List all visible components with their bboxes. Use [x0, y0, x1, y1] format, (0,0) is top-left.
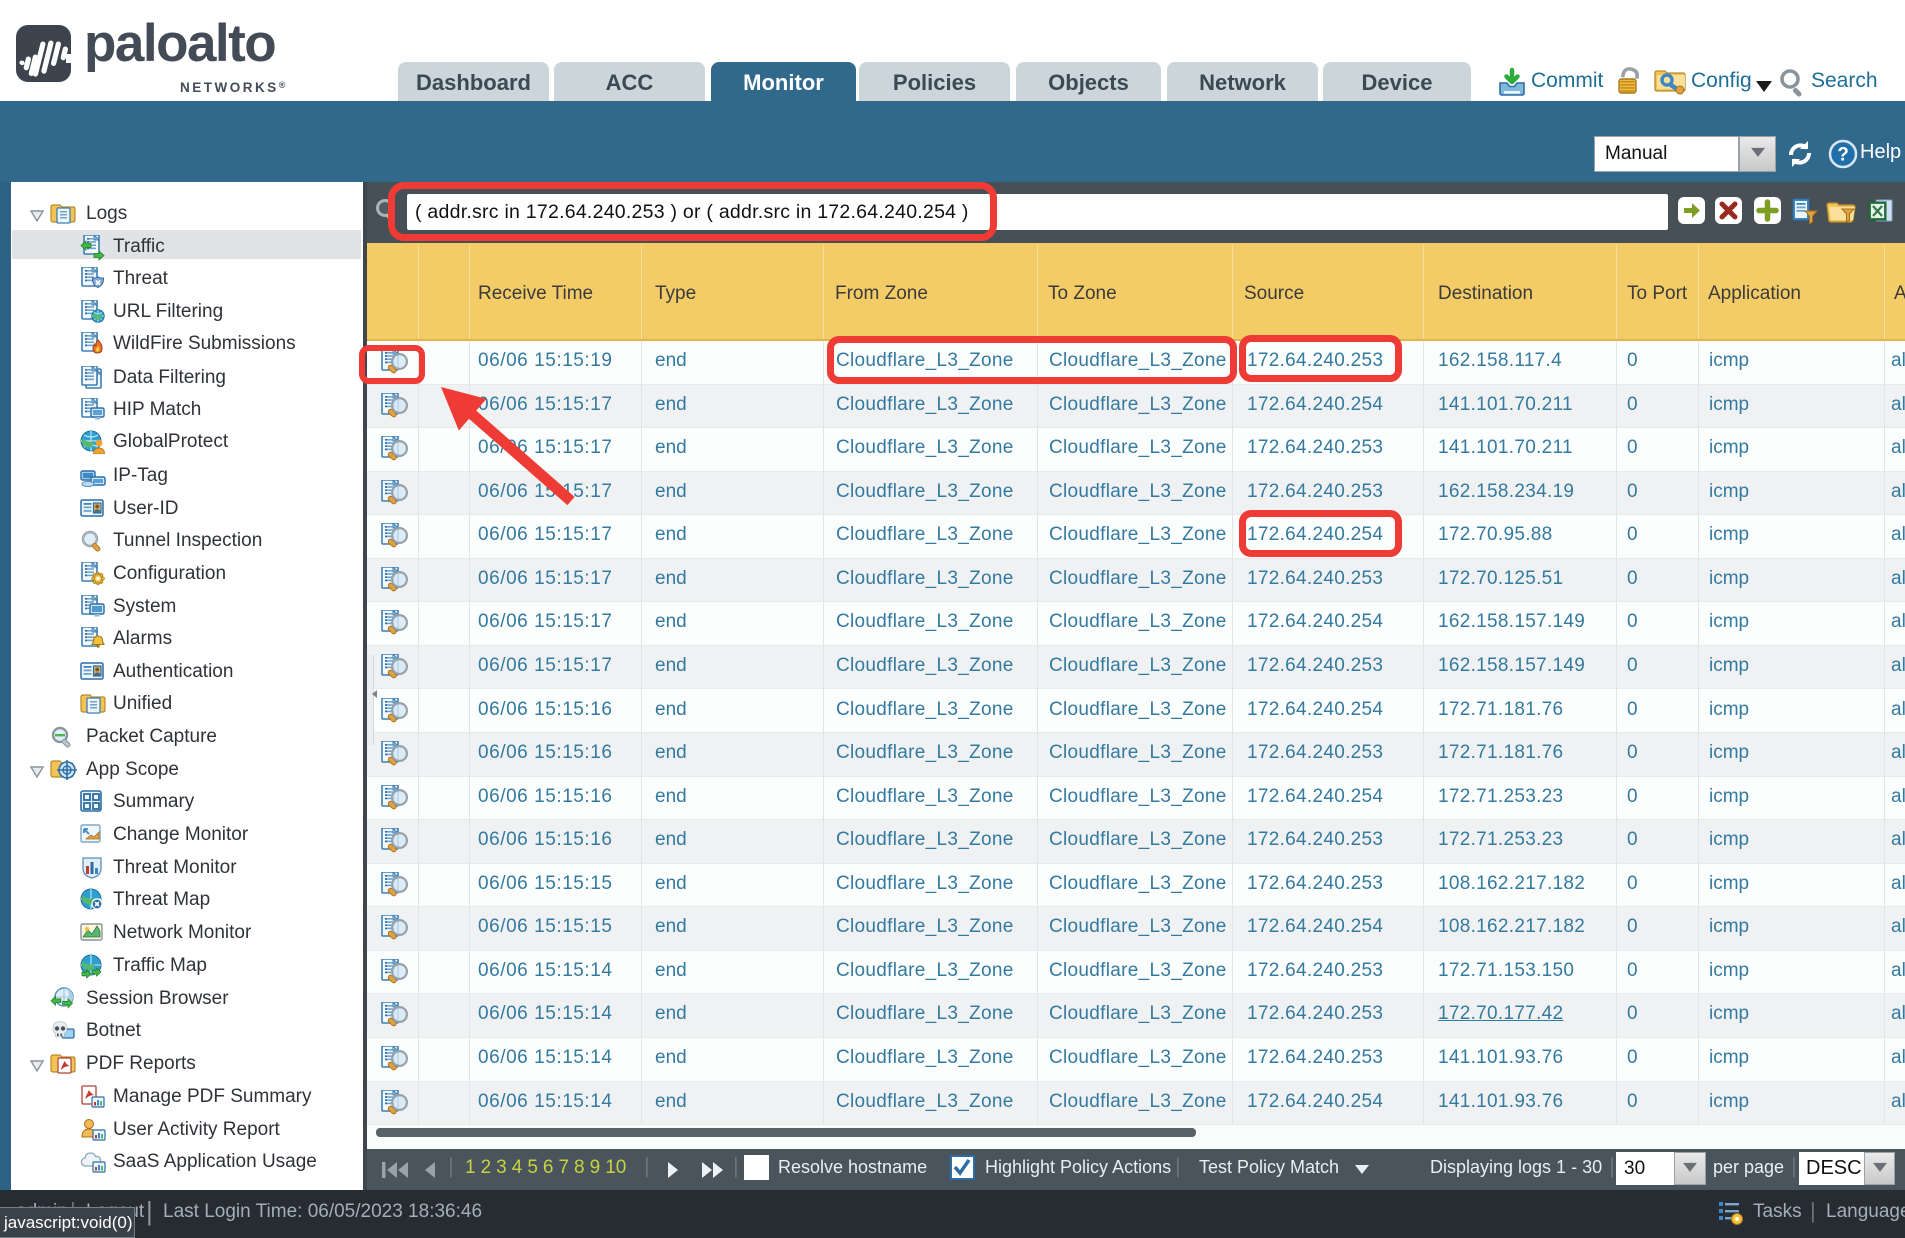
- svg-text:?: ?: [1837, 145, 1849, 166]
